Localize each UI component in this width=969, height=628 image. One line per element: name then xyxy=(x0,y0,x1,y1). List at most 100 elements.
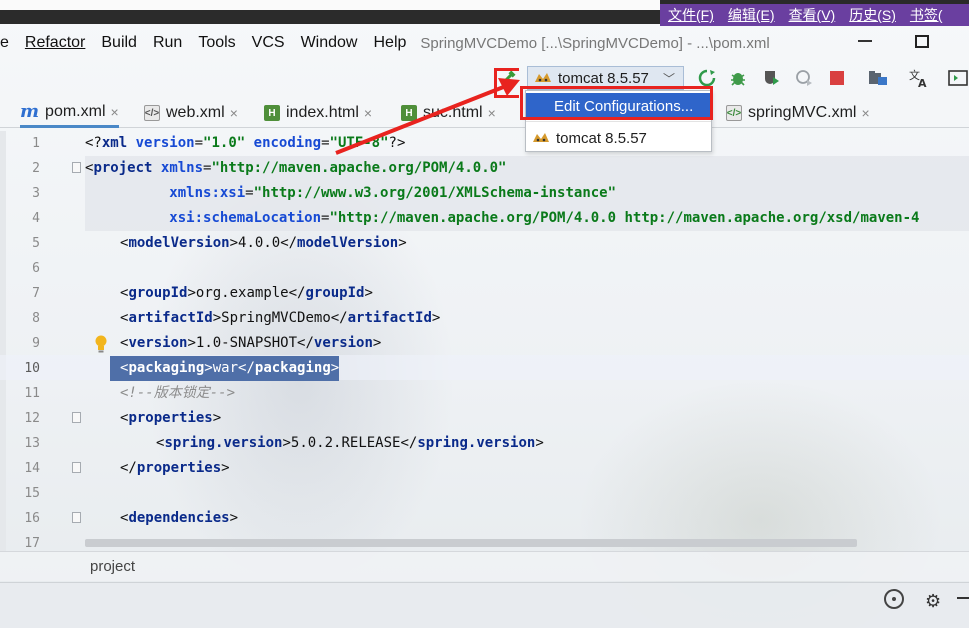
cn-menu-history[interactable]: 历史(S) xyxy=(849,5,896,25)
fold-marker[interactable] xyxy=(72,412,81,423)
line-number: 9 xyxy=(32,336,40,351)
top-white-band xyxy=(0,0,660,10)
tab-suc-html[interactable]: H suc.html × xyxy=(401,98,496,128)
minimize-icon[interactable] xyxy=(858,40,872,42)
tab-label: springMVC.xml xyxy=(748,104,857,121)
run-icon[interactable] xyxy=(697,68,717,88)
tomcat-config-label: tomcat 8.5.57 xyxy=(556,129,647,147)
hide-icon[interactable] xyxy=(957,597,969,599)
line-number: 6 xyxy=(32,261,40,276)
tomcat-icon xyxy=(533,133,549,142)
html-file-icon: H xyxy=(401,105,417,121)
tab-index-html[interactable]: H index.html × xyxy=(264,98,372,128)
terminal-icon[interactable] xyxy=(948,68,968,88)
close-icon[interactable]: × xyxy=(861,105,869,121)
menu-help[interactable]: Help xyxy=(365,34,414,52)
close-icon[interactable]: × xyxy=(364,105,372,121)
line-number: 2 xyxy=(32,161,40,176)
line-number: 1 xyxy=(32,136,40,151)
annotation-bracket xyxy=(494,68,519,98)
gear-icon[interactable]: ⚙ xyxy=(925,591,941,612)
line-number: 13 xyxy=(24,436,40,451)
coverage-icon[interactable] xyxy=(761,68,781,88)
menu-refactor[interactable]: Refactor xyxy=(17,34,93,52)
menubar: e Refactor Build Run Tools VCS Window He… xyxy=(0,28,969,58)
editor-tabs: m pom.xml × </> web.xml × H index.html ×… xyxy=(0,98,969,128)
code-line-4: xsi:schemaLocation="http://maven.apache.… xyxy=(85,206,969,231)
line-number: 15 xyxy=(24,486,40,501)
code-line-11: <!--版本锁定--> xyxy=(120,385,236,401)
line-number: 12 xyxy=(24,411,40,426)
menu-tools[interactable]: Tools xyxy=(190,34,243,52)
chevron-down-icon: ﹀ xyxy=(662,72,675,86)
cn-menu-bookmarks[interactable]: 书签( xyxy=(910,5,943,25)
tab-label: index.html xyxy=(286,104,359,121)
menu-window[interactable]: Window xyxy=(293,34,366,52)
line-number: 11 xyxy=(24,386,40,401)
cn-menu-view[interactable]: 查看(V) xyxy=(789,5,836,25)
line-number: 14 xyxy=(24,461,40,476)
code-line-1: <?xml version="1.0" encoding="UTF-8"?> xyxy=(85,135,406,151)
line-number: 3 xyxy=(32,186,40,201)
menu-build[interactable]: Build xyxy=(93,34,145,52)
tab-springmvc-xml[interactable]: </> springMVC.xml × xyxy=(726,98,870,128)
line-number: 10 xyxy=(24,361,40,376)
cn-menu-file[interactable]: 文件(F) xyxy=(668,5,714,25)
close-icon[interactable]: × xyxy=(111,104,119,120)
cn-menu-edit[interactable]: 编辑(E) xyxy=(728,5,775,25)
line-number: 16 xyxy=(24,511,40,526)
code-line-13: <spring.version>5.0.2.RELEASE</spring.ve… xyxy=(156,435,544,451)
code-line-3: xmlns:xsi="http://www.w3.org/2001/XMLSch… xyxy=(85,181,969,206)
translate-icon[interactable]: 文A xyxy=(909,68,929,88)
fold-marker[interactable] xyxy=(72,512,81,523)
lightbulb-icon[interactable] xyxy=(94,335,108,353)
code-line-16: <dependencies> xyxy=(120,510,239,526)
project-structure-icon[interactable] xyxy=(868,68,888,88)
code-line-12: <properties> xyxy=(120,410,222,426)
tomcat-icon xyxy=(535,73,551,82)
stop-icon[interactable] xyxy=(827,68,847,88)
menu-partial[interactable]: e xyxy=(0,34,17,52)
tab-pom-xml[interactable]: m pom.xml × xyxy=(20,98,119,128)
annotation-box xyxy=(520,86,713,120)
svg-text:A: A xyxy=(918,77,927,88)
code-line-8: <artifactId>SpringMVCDemo</artifactId> xyxy=(120,310,441,326)
horizontal-scrollbar[interactable] xyxy=(85,539,857,547)
maven-icon: m xyxy=(20,101,40,122)
dropdown-separator xyxy=(526,121,711,122)
tomcat-config-item[interactable]: tomcat 8.5.57 xyxy=(526,125,711,151)
menu-vcs[interactable]: VCS xyxy=(244,34,293,52)
tab-label: pom.xml xyxy=(45,102,106,120)
code-line-14: </properties> xyxy=(120,460,230,476)
line-number-gutter: 1 2 3 4 5 6 7 8 9 10 11 12 13 14 15 16 1… xyxy=(0,131,62,551)
close-icon[interactable]: × xyxy=(488,105,496,121)
line-number: 7 xyxy=(32,286,40,301)
debug-icon[interactable] xyxy=(728,68,748,88)
fold-marker[interactable] xyxy=(72,162,81,173)
line-number: 4 xyxy=(32,211,40,226)
xml-file-icon: </> xyxy=(144,105,160,121)
window-title: SpringMVCDemo [...\SpringMVCDemo] - ...\… xyxy=(420,34,770,52)
toolbar xyxy=(0,60,969,98)
spring-xml-icon: </> xyxy=(726,105,742,121)
tab-web-xml[interactable]: </> web.xml × xyxy=(144,98,238,128)
tab-label: web.xml xyxy=(166,104,225,121)
code-line-9: <version>1.0-SNAPSHOT</version> xyxy=(120,335,382,351)
profile-icon[interactable] xyxy=(794,68,814,88)
fold-marker[interactable] xyxy=(72,462,81,473)
code-line-10-selected: <packaging>war</packaging> xyxy=(110,356,340,381)
run-configuration-label: tomcat 8.5.57 xyxy=(558,69,649,87)
browser-menu: 文件(F) 编辑(E) 查看(V) 历史(S) 书签( xyxy=(660,4,969,26)
locate-icon[interactable] xyxy=(884,589,904,609)
breadcrumb: project xyxy=(0,551,969,581)
close-icon[interactable]: × xyxy=(230,105,238,121)
line-number: 5 xyxy=(32,236,40,251)
code-line-2: <project xmlns="http://maven.apache.org/… xyxy=(85,156,969,181)
code-line-7: <groupId>org.example</groupId> xyxy=(120,285,373,301)
maximize-icon[interactable] xyxy=(915,35,929,48)
line-number: 8 xyxy=(32,311,40,326)
bottom-toolbar: ⚙ xyxy=(0,582,969,628)
breadcrumb-item[interactable]: project xyxy=(90,558,135,575)
top-dark-band xyxy=(0,10,660,24)
menu-run[interactable]: Run xyxy=(145,34,190,52)
